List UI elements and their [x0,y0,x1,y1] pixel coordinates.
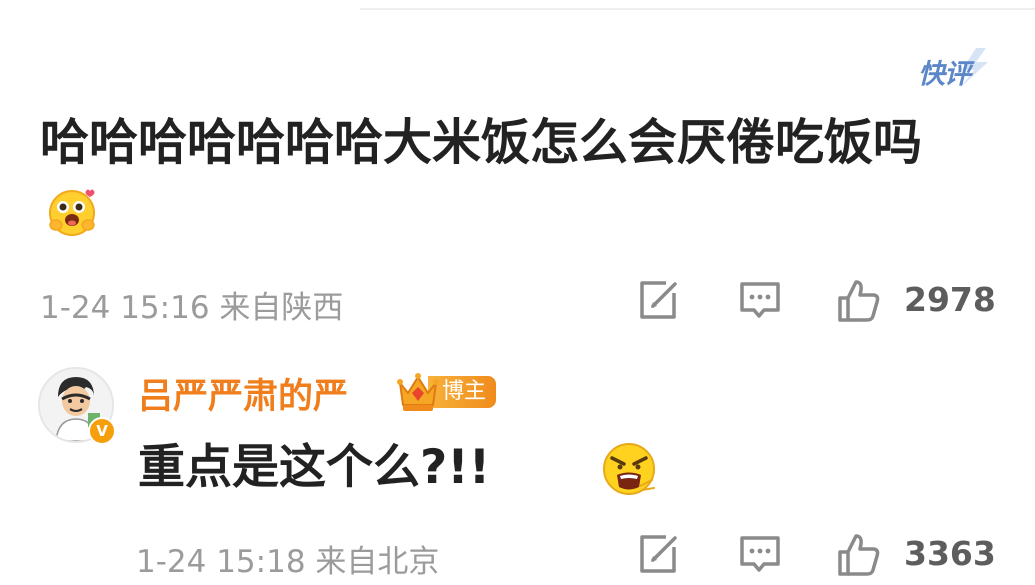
like-button[interactable] [836,278,880,322]
repost-button[interactable] [636,278,680,322]
reply-like-count: 3363 [904,534,996,573]
like-count: 2978 [904,280,996,319]
reply-text: 重点是这个么?!! [138,440,491,495]
avatar[interactable]: V [38,367,116,445]
thumbs-up-icon [838,280,880,322]
reply-time-location: 1-24 15:18 来自北京 [136,536,439,581]
comment-time-location: 1-24 15:16 来自陕西 [40,282,343,327]
comment-icon [740,536,780,572]
comment-button[interactable] [738,278,782,322]
reply-meta-row: 1-24 15:18 来自北京 3363 [40,530,996,581]
share-edit-icon [640,535,677,573]
quick-review-button[interactable]: 快评 [916,48,990,90]
quick-review-label: 快评 [918,59,971,90]
comment-meta-row: 1-24 15:16 来自陕西 2978 [40,276,996,327]
crown-icon [397,373,439,411]
reply-time: 1-24 15:18 [136,544,306,580]
share-edit-icon [640,281,677,319]
reply-author-name[interactable]: 吕严严肃的严 [138,368,348,419]
top-divider [360,8,1035,10]
comment-text: 哈哈哈哈哈哈哈大米饭怎么会厌倦吃饭吗 [40,108,960,256]
comment-time: 1-24 15:16 [40,290,210,326]
reply-location: 来自北京 [315,544,440,580]
laughing-face-emoji [46,185,98,256]
verified-badge: V [88,417,116,445]
reply-like-button[interactable] [836,532,880,576]
reply-repost-button[interactable] [636,532,680,576]
thumbs-up-icon [838,534,880,576]
angry-face-emoji [600,440,658,502]
comment-location: 来自陕西 [219,290,344,326]
reply-comment-button[interactable] [738,532,782,576]
comment-icon [740,282,780,318]
